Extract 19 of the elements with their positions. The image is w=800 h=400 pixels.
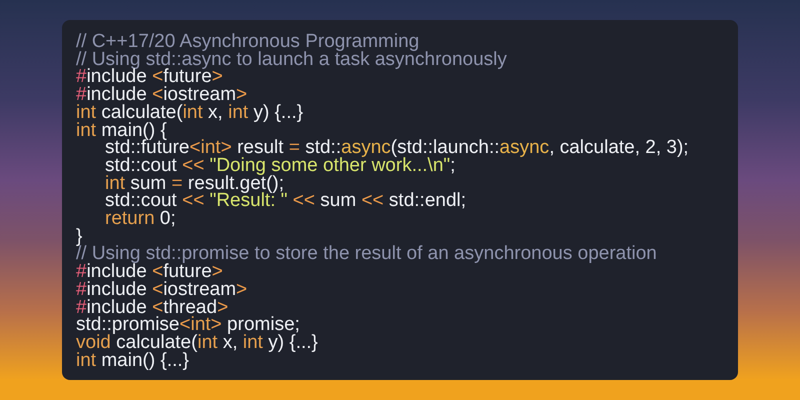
code-comment: // Using std::promise to store the result of an asynchronous operation (76, 245, 657, 264)
code-line: void calculate(int x, int y) {...} (76, 334, 318, 352)
code-line: return 0; (105, 210, 176, 228)
code-line: #include <thread> (76, 298, 228, 316)
code-comment: // Using std::async to launch a task asynchronously (76, 50, 507, 68)
code-line: std::future<int> result = std::async(std::launch::async, calculate, 2, 3); (105, 139, 689, 157)
code-line: int calculate(int x, int y) {...} (76, 104, 304, 122)
code-line: std::promise<int> promise; (76, 316, 300, 334)
code-line: int sum = result.get(); (105, 174, 284, 192)
code-line: } (76, 228, 82, 246)
code-line: std::cout << "Doing some other work...\n"; (105, 156, 456, 175)
code-line: std::cout << "Result: " << sum << std::endl; (105, 192, 466, 210)
code-comment: // C++17/20 Asynchronous Programming (76, 33, 420, 51)
code-line: #include <future> (76, 263, 223, 281)
code-line: #include <future> (76, 68, 223, 86)
code-line: int main() {...} (76, 352, 189, 370)
code-line: #include <iostream> (76, 280, 248, 299)
code-line: int main() { (76, 122, 167, 140)
code-line: #include <iostream> (76, 86, 248, 104)
